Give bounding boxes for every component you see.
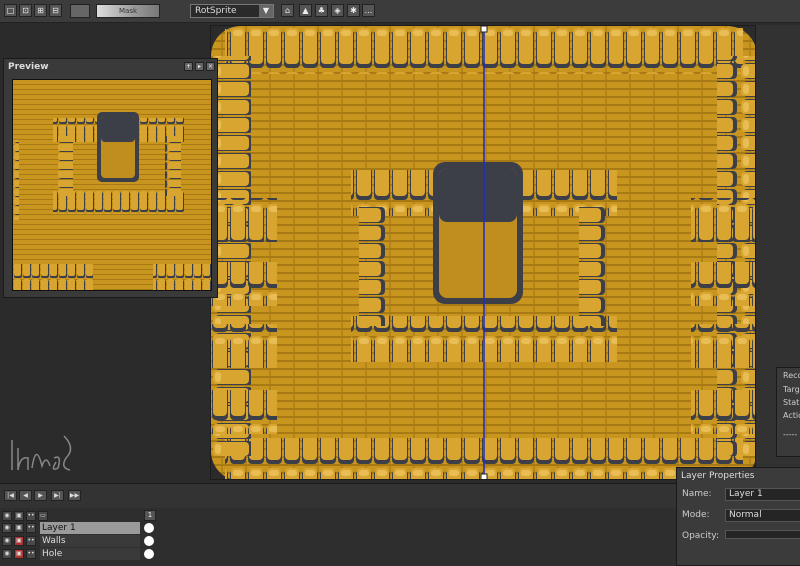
locked-icon[interactable]: ▣ [14, 549, 24, 559]
artist-signature [6, 428, 76, 478]
opacity-slider[interactable] [725, 530, 800, 539]
eye-icon[interactable]: ◉ [2, 511, 12, 521]
chevron-down-icon[interactable]: ▼ [259, 5, 273, 17]
new-icon[interactable]: □ [4, 4, 17, 17]
layer-properties-panel: Layer Properties Name: Layer 1 Mode: Nor… [676, 467, 800, 566]
layer-row-walls[interactable]: ◉ ▣ •• Walls [0, 535, 158, 547]
link-icon[interactable]: •• [26, 536, 36, 546]
next-frame-icon[interactable]: ▶| [51, 490, 64, 501]
layer-name[interactable]: Layer 1 [40, 522, 140, 534]
play-icon[interactable]: ▶ [34, 490, 47, 501]
layer-name[interactable]: Hole [40, 548, 140, 560]
magic-icon[interactable]: ✱ [347, 4, 360, 17]
opacity-label: Opacity: [682, 531, 719, 541]
preview-panel: Preview + ▸ × [3, 58, 218, 298]
more-icon[interactable]: ... [362, 4, 375, 17]
layer-properties-title: Layer Properties [681, 471, 755, 481]
preview-title: Preview [8, 62, 49, 72]
layer-cel-dot[interactable] [144, 523, 154, 533]
record-action-label: Actio [783, 411, 800, 420]
preview-thumbnail[interactable] [12, 79, 212, 291]
record-divider: ----- [783, 430, 798, 439]
layer-cel-dot[interactable] [144, 536, 154, 546]
drawing-canvas[interactable] [210, 25, 756, 480]
last-frame-icon[interactable]: ▶▶ [68, 490, 81, 501]
folder-icon[interactable]: ▭ [38, 511, 48, 521]
layer-name[interactable]: Walls [40, 535, 140, 547]
close-icon[interactable]: × [206, 62, 215, 71]
main-toolbar: □ ⊡ ⊞ ⊟ Mask RotSprite ▼ ⌂ ▲ ♣ ◈ ✱ ... [0, 0, 800, 23]
visibility-eye-icon[interactable]: ◉ [2, 523, 12, 533]
select-icon[interactable]: ◈ [331, 4, 344, 17]
mode-label: Mode: [682, 510, 710, 520]
layers-header: ◉ ▣ •• ▭ 1 [0, 510, 158, 522]
record-status-label: Stat [783, 398, 800, 407]
bucket-icon[interactable]: ▲ [299, 4, 312, 17]
first-frame-icon[interactable]: |◀ [4, 490, 17, 501]
layer-row-layer-1[interactable]: ◉ ▣ •• Layer 1 [0, 522, 158, 534]
preview-scene [13, 80, 211, 290]
record-panel: Reco Targ Stat Actio ----- [776, 367, 800, 457]
mask-button[interactable]: Mask [96, 4, 160, 18]
visibility-eye-icon[interactable]: ◉ [2, 549, 12, 559]
link-icon[interactable]: •• [26, 523, 36, 533]
rotation-algorithm-select[interactable]: RotSprite ▼ [190, 4, 274, 18]
layer-cel-dot[interactable] [144, 549, 154, 559]
mask-preview-icon[interactable] [70, 4, 90, 18]
name-label: Name: [682, 489, 712, 499]
rotation-algorithm-value: RotSprite [195, 6, 237, 16]
expand-icon[interactable]: + [184, 62, 193, 71]
menu-icon[interactable]: ▸ [195, 62, 204, 71]
lock-icon[interactable]: ⌂ [281, 4, 294, 17]
blend-mode-select[interactable]: Normal [725, 509, 800, 522]
record-panel-title: Reco [783, 371, 800, 380]
link-icon[interactable]: •• [26, 511, 36, 521]
link-icon[interactable]: •• [26, 549, 36, 559]
visibility-eye-icon[interactable]: ◉ [2, 536, 12, 546]
export-icon[interactable]: ⊟ [49, 4, 62, 17]
pixel-art-scene [211, 26, 755, 479]
lock-icon[interactable]: ▣ [14, 511, 24, 521]
layer-row-hole[interactable]: ◉ ▣ •• Hole [0, 548, 158, 560]
prev-frame-icon[interactable]: ◀ [19, 490, 32, 501]
save-icon[interactable]: ⊞ [34, 4, 47, 17]
record-target-label: Targ [783, 385, 800, 394]
layer-name-field[interactable]: Layer 1 [725, 488, 800, 501]
lock-icon[interactable]: ▣ [14, 523, 24, 533]
stamp-icon[interactable]: ♣ [315, 4, 328, 17]
locked-icon[interactable]: ▣ [14, 536, 24, 546]
open-icon[interactable]: ⊡ [19, 4, 32, 17]
frame-number[interactable]: 1 [144, 510, 156, 521]
